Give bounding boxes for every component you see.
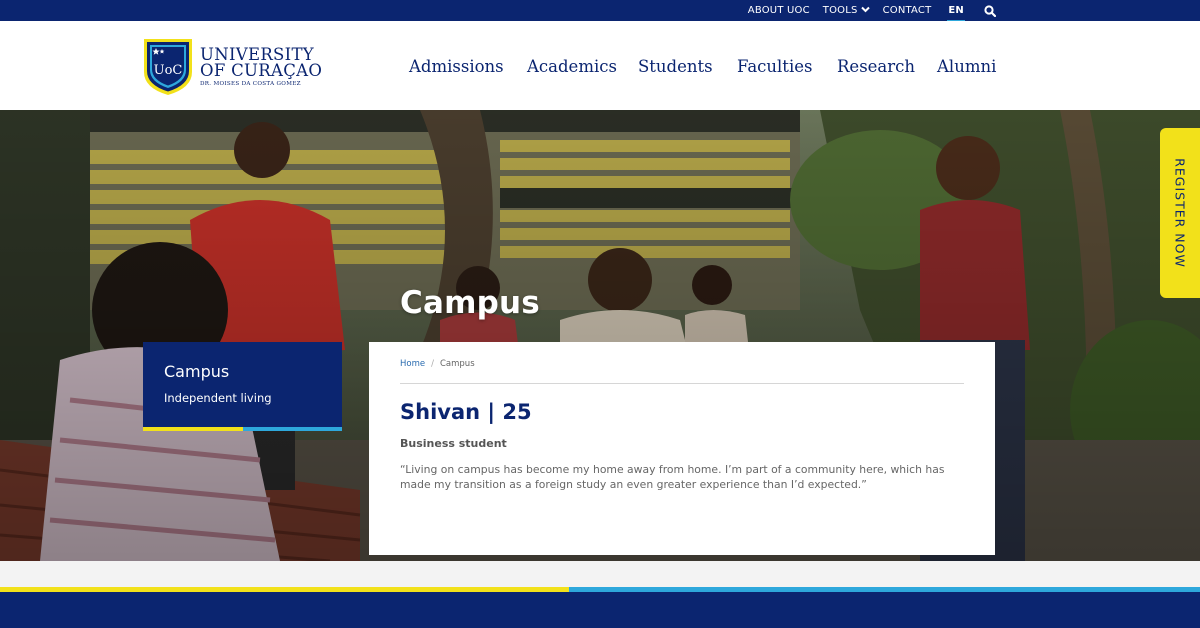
nav-admissions[interactable]: Admissions [409,57,504,76]
register-now-label: REGISTER NOW [1172,158,1188,268]
breadcrumb-current: Campus [439,359,475,369]
tools-label: TOOLS [822,5,858,16]
testimonial-name: Shivan | 25 [400,400,532,424]
section-sidebar: Campus Independent living [143,342,342,431]
breadcrumb-separator: / [431,359,434,369]
about-link[interactable]: ABOUT UOC [748,5,810,16]
accent-bar-blue [243,427,342,431]
register-now-tab[interactable]: REGISTER NOW [1160,128,1200,298]
sidebar-title: Campus [164,362,230,381]
page-gap-strip [0,561,1200,587]
nav-faculties[interactable]: Faculties [737,57,812,76]
site-header: UoC UNIVERSITY OF CURAÇAO DR. MOISES DA … [0,21,1200,110]
content-card: Home / Campus Shivan | 25 Business stude… [369,342,995,555]
breadcrumb-home[interactable]: Home [400,359,425,369]
accent-bar-yellow [143,427,243,431]
nav-academics[interactable]: Academics [527,57,617,76]
utility-nav: ABOUT UOC TOOLS CONTACT EN [735,0,996,22]
nav-students[interactable]: Students [638,57,713,76]
main-nav: Admissions Academics Students Faculties … [0,57,1200,77]
utility-bar: ABOUT UOC TOOLS CONTACT EN [0,0,1200,22]
divider [400,383,964,384]
testimonial-role: Business student [400,437,507,450]
search-icon[interactable] [984,4,996,17]
breadcrumb: Home / Campus [400,359,475,369]
testimonial-quote: “Living on campus has become my home awa… [400,463,945,491]
tools-menu[interactable]: TOOLS [823,5,870,16]
logo-line-3: DR. MOISES DA COSTA GOMEZ [200,80,301,87]
nav-research[interactable]: Research [837,57,915,76]
language-selector[interactable]: EN [947,5,965,22]
site-footer [0,592,1200,628]
chevron-down-icon [860,5,870,16]
sidebar-item-independent-living[interactable]: Independent living [164,391,272,405]
hero-title: Campus [400,285,540,321]
nav-alumni[interactable]: Alumni [937,57,996,76]
contact-link[interactable]: CONTACT [883,5,932,16]
